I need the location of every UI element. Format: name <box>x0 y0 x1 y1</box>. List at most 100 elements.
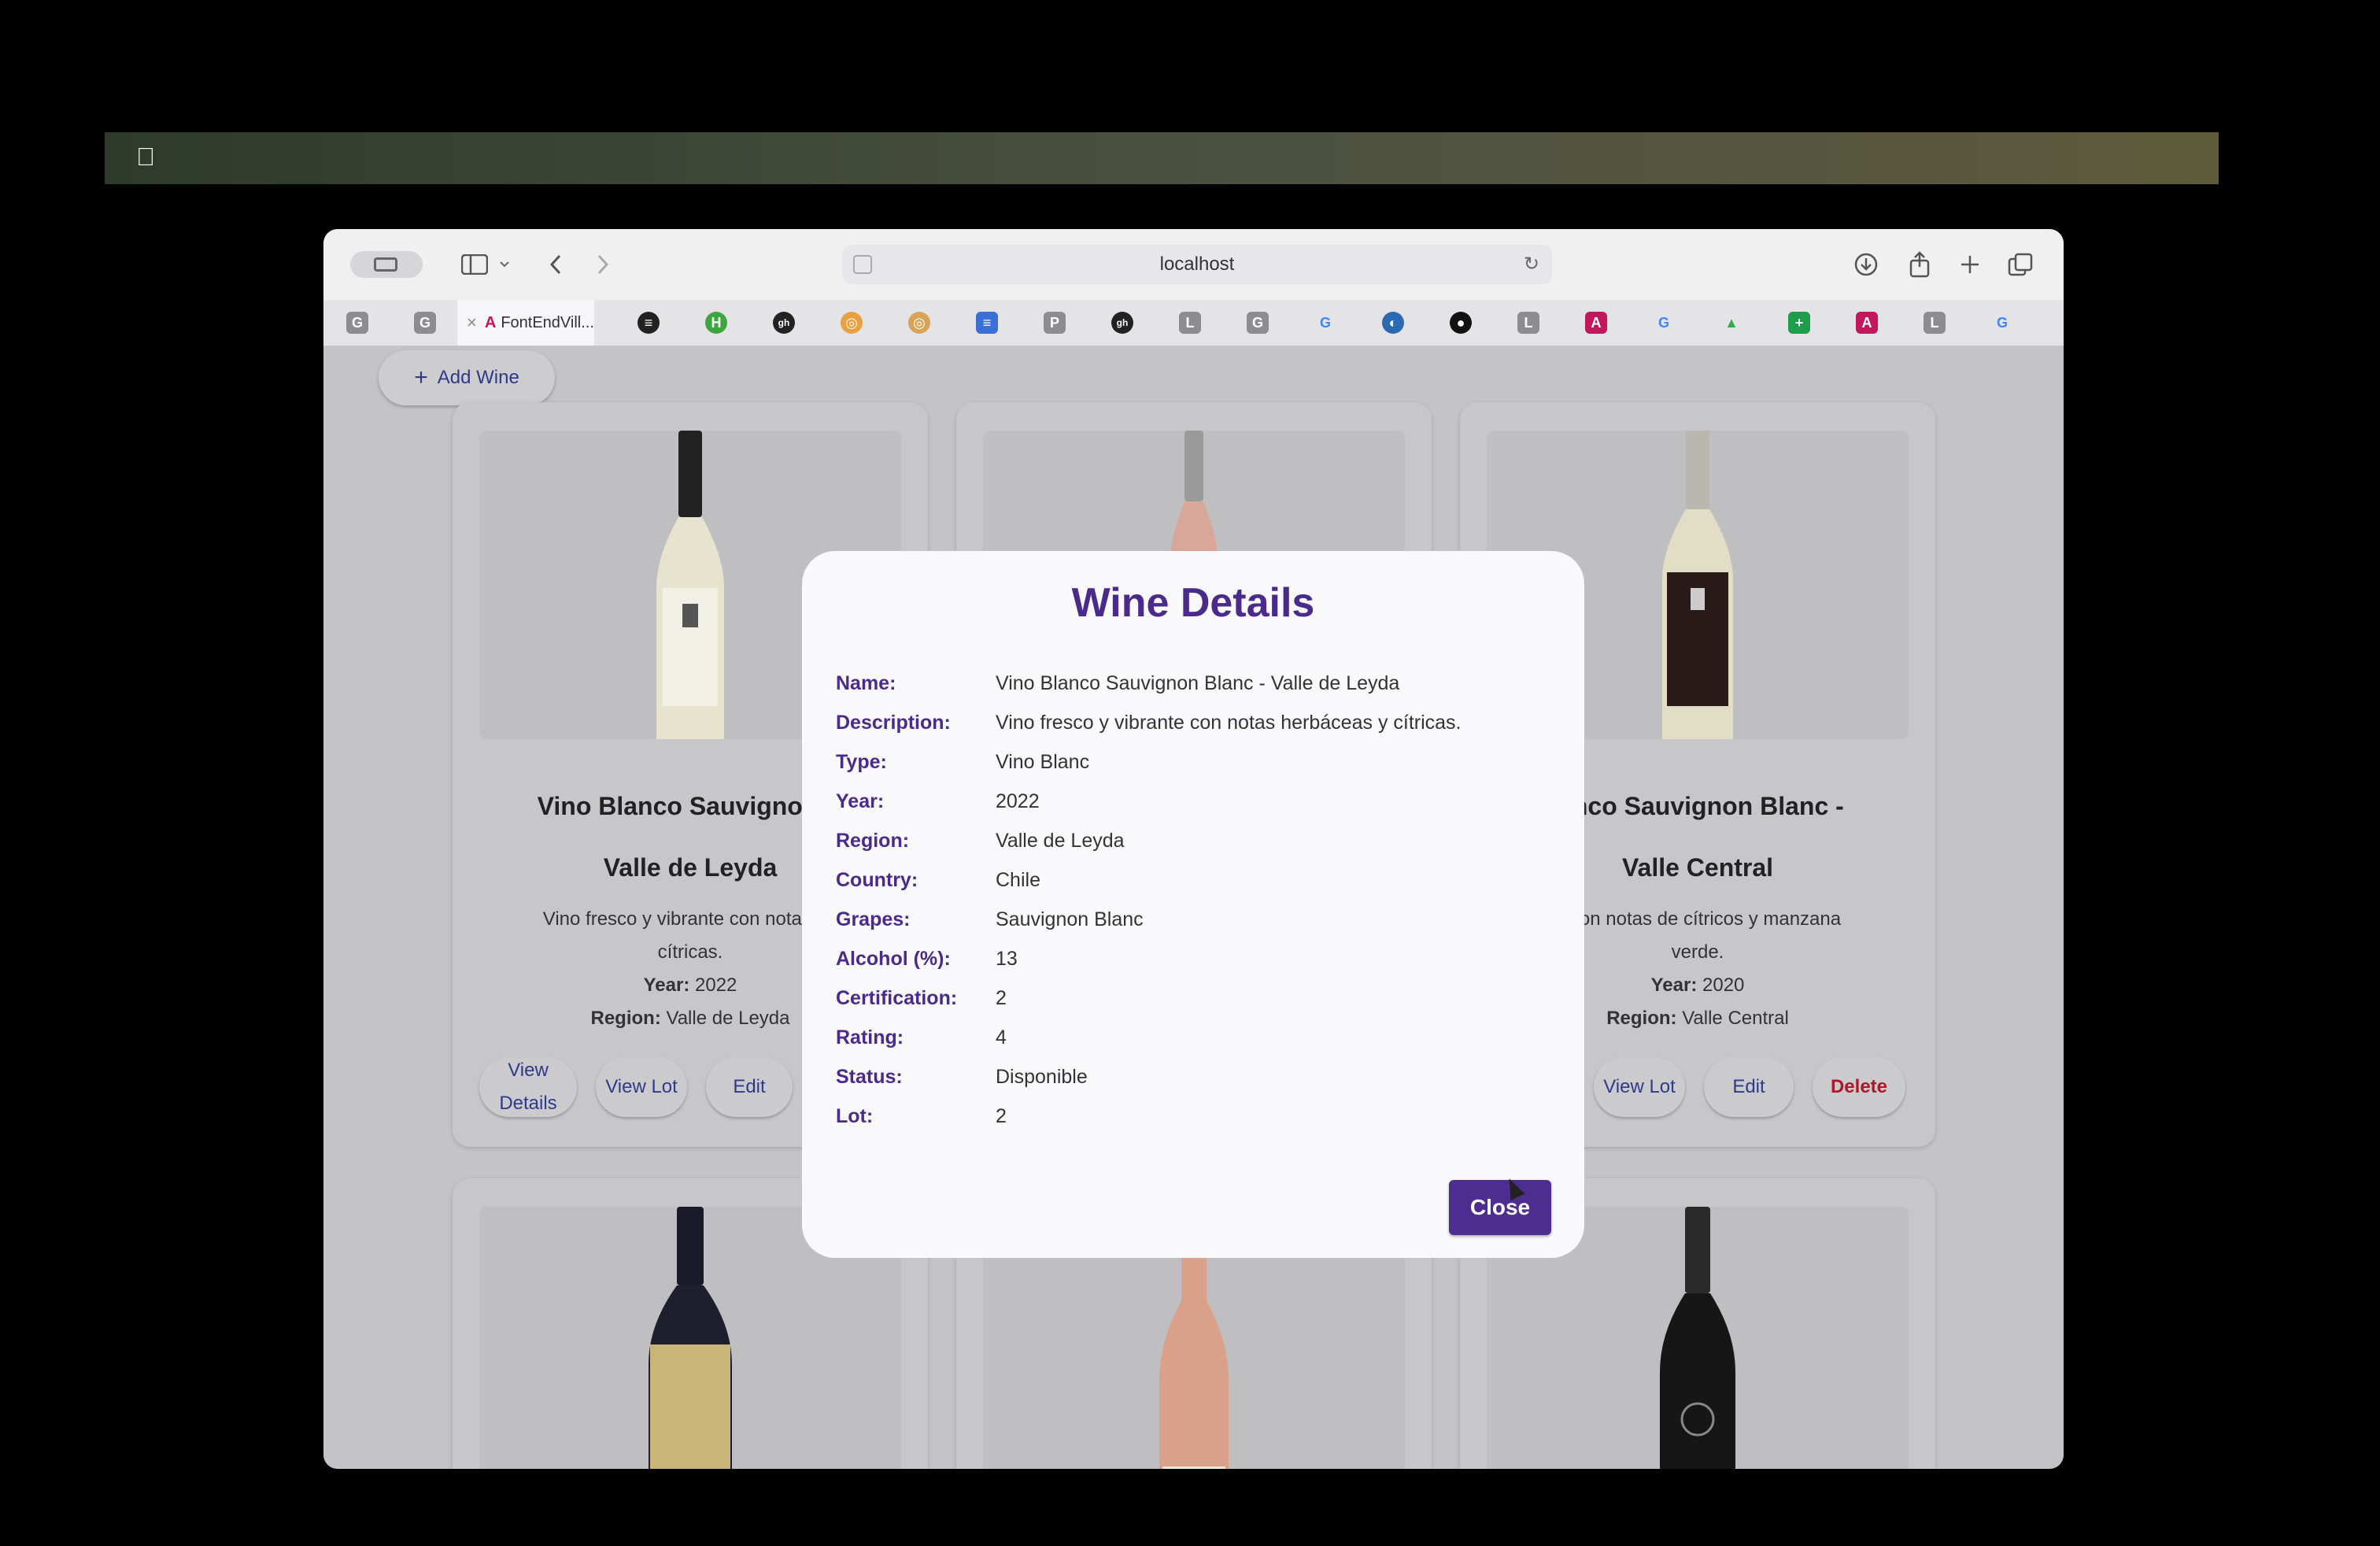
tab[interactable]: H <box>682 300 750 346</box>
sheets-icon: + <box>1788 312 1810 334</box>
detail-label: Region: <box>836 829 910 852</box>
google-icon: G <box>1658 314 1669 331</box>
angular-icon: A <box>1585 312 1607 334</box>
apple-icon[interactable]:  <box>136 143 158 170</box>
macos-menu-bar:  <box>105 132 2219 184</box>
tab[interactable]: ≡ <box>953 300 1021 346</box>
tab[interactable]: ◐ <box>1359 300 1427 346</box>
bitbucket-icon: ◎ <box>908 312 930 334</box>
google-icon: G <box>1319 314 1331 331</box>
detail-value: 4 <box>996 1026 1007 1049</box>
reload-icon[interactable]: ↻ <box>1524 253 1539 276</box>
year-value: 2020 <box>1702 975 1745 996</box>
p-icon: P <box>1044 312 1066 334</box>
detail-label: Grapes: <box>836 908 911 930</box>
tab[interactable]: A <box>1833 300 1901 346</box>
add-wine-button[interactable]: + Add Wine <box>379 350 555 405</box>
detail-row: Rating: 4 <box>836 1018 1544 1057</box>
tab[interactable]: L <box>1901 300 1968 346</box>
tab[interactable]: G <box>1224 300 1292 346</box>
detail-label: Type: <box>836 750 887 773</box>
tab[interactable]: L <box>1156 300 1224 346</box>
detail-row: Certification: 2 <box>836 978 1544 1018</box>
browser-toolbar: localhost ↻ <box>323 229 2064 300</box>
tab[interactable]: ◎ <box>818 300 885 346</box>
forward-icon[interactable] <box>591 246 615 283</box>
year-label: Year: <box>643 975 690 996</box>
wine-details-modal: Wine Details Name: Vino Blanco Sauvignon… <box>802 551 1584 1258</box>
tab-bar: G G × A FontEndVill... ≡ H gh ◎ ◎ ≡ P gh… <box>323 300 2064 346</box>
edit-button[interactable]: Edit <box>706 1057 793 1117</box>
tab-overview-icon[interactable] <box>2005 246 2036 283</box>
h-icon: H <box>705 312 727 334</box>
profile-toggle-icon[interactable] <box>350 251 423 278</box>
angular-icon: A <box>1856 312 1878 334</box>
download-icon[interactable] <box>1850 246 1882 283</box>
share-icon[interactable] <box>1904 246 1935 283</box>
detail-label: Name: <box>836 671 896 694</box>
github-icon: gh <box>773 312 795 334</box>
detail-row: Status: Disponible <box>836 1057 1544 1097</box>
tab[interactable]: A <box>1562 300 1630 346</box>
detail-row: Country: Chile <box>836 860 1544 900</box>
view-lot-button[interactable]: View Lot <box>1594 1057 1685 1117</box>
view-lot-button[interactable]: View Lot <box>596 1057 687 1117</box>
tab[interactable]: ◎ <box>885 300 953 346</box>
l-icon: L <box>1179 312 1201 334</box>
l-icon: L <box>1924 312 1946 334</box>
url-text: localhost <box>1159 253 1235 275</box>
delete-button[interactable]: Delete <box>1813 1057 1905 1117</box>
globe-icon: ◐ <box>1382 312 1404 334</box>
sidebar-icon[interactable] <box>457 246 492 283</box>
detail-label: Lot: <box>836 1104 874 1127</box>
tab[interactable]: G <box>1630 300 1698 346</box>
chevron-down-icon[interactable] <box>497 246 512 283</box>
detail-value: Vino fresco y vibrante con notas herbáce… <box>996 711 1462 734</box>
drive-icon: ▲ <box>1724 314 1739 331</box>
add-wine-label: Add Wine <box>437 367 519 388</box>
close-tab-icon[interactable]: × <box>467 313 477 333</box>
tab-g[interactable]: G <box>391 300 459 346</box>
l-icon: L <box>1517 312 1539 334</box>
tab[interactable]: P <box>1021 300 1088 346</box>
close-button[interactable]: Close <box>1449 1180 1551 1235</box>
tab[interactable]: + <box>1765 300 1833 346</box>
detail-label: Certification: <box>836 986 958 1009</box>
detail-row: Alcohol (%): 13 <box>836 939 1544 978</box>
address-bar[interactable]: localhost ↻ <box>842 245 1552 284</box>
back-icon[interactable] <box>544 246 567 283</box>
edit-button[interactable]: Edit <box>1704 1057 1794 1117</box>
region-label: Region: <box>590 1008 661 1029</box>
tab[interactable]: gh <box>750 300 818 346</box>
detail-label: Status: <box>836 1065 903 1088</box>
tab[interactable]: gh <box>1088 300 1156 346</box>
modal-title: Wine Details <box>1071 580 1315 626</box>
red-wine-bottle-icon <box>649 1207 732 1469</box>
google-icon: G <box>1996 314 2008 331</box>
tab[interactable]: ≡ <box>615 300 682 346</box>
detail-value: Vino Blanc <box>996 750 1090 773</box>
tab[interactable]: ● <box>1427 300 1495 346</box>
sparkling-wine-bottle-icon <box>1660 1207 1735 1469</box>
detail-row: Grapes: Sauvignon Blanc <box>836 900 1544 939</box>
detail-label: Country: <box>836 868 918 891</box>
detail-row: Region: Valle de Leyda <box>836 821 1544 860</box>
new-tab-icon[interactable] <box>1954 246 1986 283</box>
tab[interactable]: G <box>1292 300 1359 346</box>
tab[interactable]: G <box>1968 300 2036 346</box>
region-value: Valle de Leyda <box>666 1008 790 1029</box>
detail-value: 13 <box>996 947 1018 970</box>
detail-row: Description: Vino fresco y vibrante con … <box>836 703 1544 742</box>
detail-value: Sauvignon Blanc <box>996 908 1144 930</box>
tab-active[interactable]: × A FontEndVill... <box>457 300 594 346</box>
angular-icon: A <box>484 313 497 331</box>
tab[interactable]: L <box>1495 300 1562 346</box>
tab[interactable]: ▲ <box>1698 300 1765 346</box>
year-value: 2022 <box>695 975 737 996</box>
page-icon <box>853 255 872 274</box>
g-icon: G <box>1247 312 1269 334</box>
tab-g[interactable]: G <box>323 300 391 346</box>
detail-label: Rating: <box>836 1026 904 1049</box>
view-details-button[interactable]: View Details <box>479 1057 577 1117</box>
detail-row: Name: Vino Blanco Sauvignon Blanc - Vall… <box>836 664 1544 703</box>
